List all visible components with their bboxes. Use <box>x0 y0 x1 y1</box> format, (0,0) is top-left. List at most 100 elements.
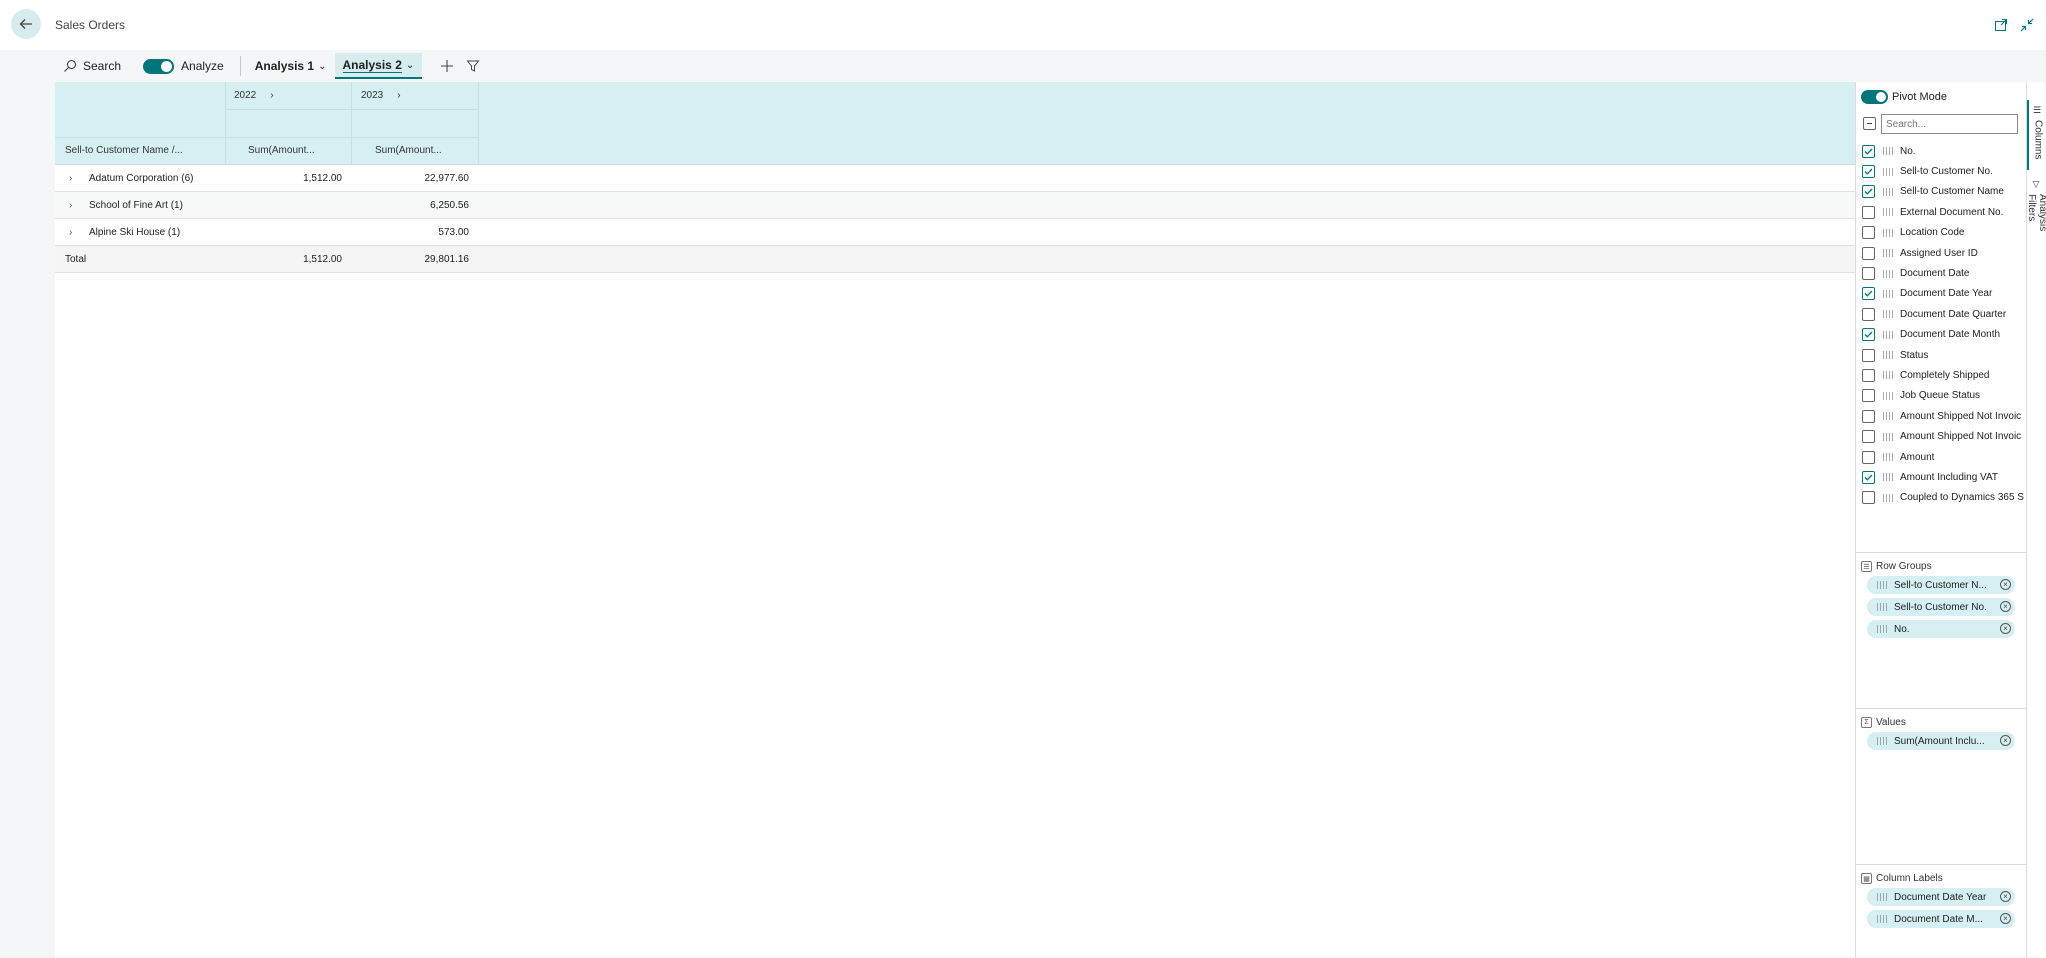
drag-handle-icon[interactable] <box>1877 625 1887 633</box>
chevron-right-icon[interactable]: › <box>270 90 273 101</box>
drag-handle-icon[interactable] <box>1883 310 1893 319</box>
column-checkbox[interactable] <box>1862 185 1875 199</box>
drag-handle-icon[interactable] <box>1883 432 1893 441</box>
drag-handle-icon[interactable] <box>1883 187 1893 196</box>
drag-handle-icon[interactable] <box>1883 147 1893 156</box>
drag-handle-icon[interactable] <box>1877 915 1887 923</box>
add-tab-button[interactable] <box>434 53 460 79</box>
column-list-item[interactable]: Amount Including VAT <box>1856 467 2027 487</box>
column-list-item[interactable]: No. <box>1856 141 2027 161</box>
drag-handle-icon[interactable] <box>1883 473 1893 482</box>
analyze-switch[interactable] <box>143 58 175 74</box>
column-list-item[interactable]: Document Date Month <box>1856 325 2027 345</box>
row-group-pill[interactable]: Sell-to Customer N... × <box>1867 576 2015 594</box>
column-checkbox[interactable] <box>1862 368 1875 382</box>
drag-handle-icon[interactable] <box>1883 391 1893 400</box>
column-list-item[interactable]: Document Date Year <box>1856 284 2027 304</box>
column-checkbox[interactable] <box>1862 165 1875 179</box>
column-checkbox[interactable] <box>1862 267 1875 281</box>
drag-handle-icon[interactable] <box>1883 493 1893 502</box>
drag-handle-icon[interactable] <box>1883 249 1893 258</box>
column-checkbox[interactable] <box>1862 470 1875 484</box>
collapse-icon[interactable] <box>2019 17 2035 33</box>
chevron-down-icon[interactable]: ⌄ <box>318 61 326 72</box>
drag-handle-icon[interactable] <box>1883 453 1893 462</box>
analyze-toggle[interactable]: Analyze <box>139 53 228 79</box>
column-checkbox[interactable] <box>1862 348 1875 362</box>
column-checkbox[interactable] <box>1862 450 1875 464</box>
column-checkbox[interactable] <box>1862 226 1875 240</box>
column-list-item[interactable]: Sell-to Customer No. <box>1856 161 2027 181</box>
column-checkbox[interactable] <box>1862 409 1875 423</box>
column-list-item[interactable]: Amount Shipped Not Invoic <box>1856 426 2027 446</box>
chevron-down-icon[interactable]: ⌄ <box>406 60 414 71</box>
column-label-pill[interactable]: Document Date M... × <box>1867 910 2015 928</box>
column-group-2023[interactable]: 2023 › <box>361 90 401 101</box>
tab-columns[interactable]: ☰ Columns <box>2027 100 2046 170</box>
drag-handle-icon[interactable] <box>1877 581 1887 589</box>
drag-handle-icon[interactable] <box>1883 208 1893 217</box>
chevron-right-icon[interactable]: › <box>397 90 400 101</box>
column-list-item[interactable]: Job Queue Status <box>1856 386 2027 406</box>
remove-icon[interactable]: × <box>2000 735 2011 746</box>
chevron-right-icon[interactable]: › <box>69 192 72 219</box>
drag-handle-icon[interactable] <box>1877 893 1887 901</box>
column-group-2022[interactable]: 2022 › <box>234 90 274 101</box>
back-button[interactable] <box>11 9 41 39</box>
pivot-mode-toggle[interactable]: Pivot Mode <box>1861 90 1947 104</box>
chevron-right-icon[interactable]: › <box>69 219 72 246</box>
table-row[interactable]: › Adatum Corporation (6) 1,512.00 22,977… <box>55 165 1855 192</box>
row-group-pill[interactable]: Sell-to Customer No. × <box>1867 598 2015 616</box>
column-list-item[interactable]: Sell-to Customer Name <box>1856 182 2027 202</box>
column-list-item[interactable]: Location Code <box>1856 223 2027 243</box>
column-checkbox[interactable] <box>1862 491 1875 505</box>
drag-handle-icon[interactable] <box>1883 351 1893 360</box>
column-checkbox[interactable] <box>1862 307 1875 321</box>
column-checkbox[interactable] <box>1862 287 1875 301</box>
drag-handle-icon[interactable] <box>1877 603 1887 611</box>
search-button[interactable]: Search <box>59 53 125 79</box>
remove-icon[interactable]: × <box>2000 623 2011 634</box>
table-row[interactable]: › School of Fine Art (1) 6,250.56 <box>55 192 1855 219</box>
drag-handle-icon[interactable] <box>1883 330 1893 339</box>
column-list-item[interactable]: Assigned User ID <box>1856 243 2027 263</box>
column-search-input[interactable] <box>1881 114 2018 134</box>
column-checkbox[interactable] <box>1862 328 1875 342</box>
row-group-pill[interactable]: No. × <box>1867 620 2015 638</box>
column-list-item[interactable]: Coupled to Dynamics 365 S <box>1856 488 2027 508</box>
tab-analysis-2[interactable]: Analysis 2 ⌄ <box>334 53 423 79</box>
column-checkbox[interactable] <box>1862 430 1875 444</box>
column-list-item[interactable]: Amount <box>1856 447 2027 467</box>
open-new-window-icon[interactable] <box>1993 17 2009 33</box>
drag-handle-icon[interactable] <box>1883 371 1893 380</box>
remove-icon[interactable]: × <box>2000 601 2011 612</box>
value-column-header-2022[interactable]: Sum(Amount... <box>248 145 315 156</box>
drag-handle-icon[interactable] <box>1883 228 1893 237</box>
tab-analysis-1[interactable]: Analysis 1 ⌄ <box>247 53 335 79</box>
chevron-right-icon[interactable]: › <box>69 165 72 192</box>
remove-icon[interactable]: × <box>2000 913 2011 924</box>
tab-analysis-filters[interactable]: ▽ Analysis Filters <box>2026 174 2046 264</box>
select-all-checkbox[interactable] <box>1863 117 1876 130</box>
drag-handle-icon[interactable] <box>1877 737 1887 745</box>
column-list-item[interactable]: Completely Shipped <box>1856 365 2027 385</box>
remove-icon[interactable]: × <box>2000 891 2011 902</box>
remove-icon[interactable]: × <box>2000 579 2011 590</box>
column-list-item[interactable]: Document Date Quarter <box>1856 304 2027 324</box>
column-checkbox[interactable] <box>1862 389 1875 403</box>
column-checkbox[interactable] <box>1862 246 1875 260</box>
column-label-pill[interactable]: Document Date Year × <box>1867 888 2015 906</box>
column-list-item[interactable]: External Document No. <box>1856 202 2027 222</box>
value-column-header-2023[interactable]: Sum(Amount... <box>375 145 442 156</box>
table-row[interactable]: › Alpine Ski House (1) 573.00 <box>55 219 1855 246</box>
drag-handle-icon[interactable] <box>1883 289 1893 298</box>
column-checkbox[interactable] <box>1862 205 1875 219</box>
column-list-item[interactable]: Status <box>1856 345 2027 365</box>
pivot-mode-switch[interactable] <box>1861 90 1888 104</box>
row-group-column-header[interactable]: Sell-to Customer Name /... <box>65 145 183 156</box>
drag-handle-icon[interactable] <box>1883 269 1893 278</box>
drag-handle-icon[interactable] <box>1883 167 1893 176</box>
column-checkbox[interactable] <box>1862 144 1875 158</box>
filter-button[interactable] <box>460 53 486 79</box>
drag-handle-icon[interactable] <box>1883 412 1893 421</box>
